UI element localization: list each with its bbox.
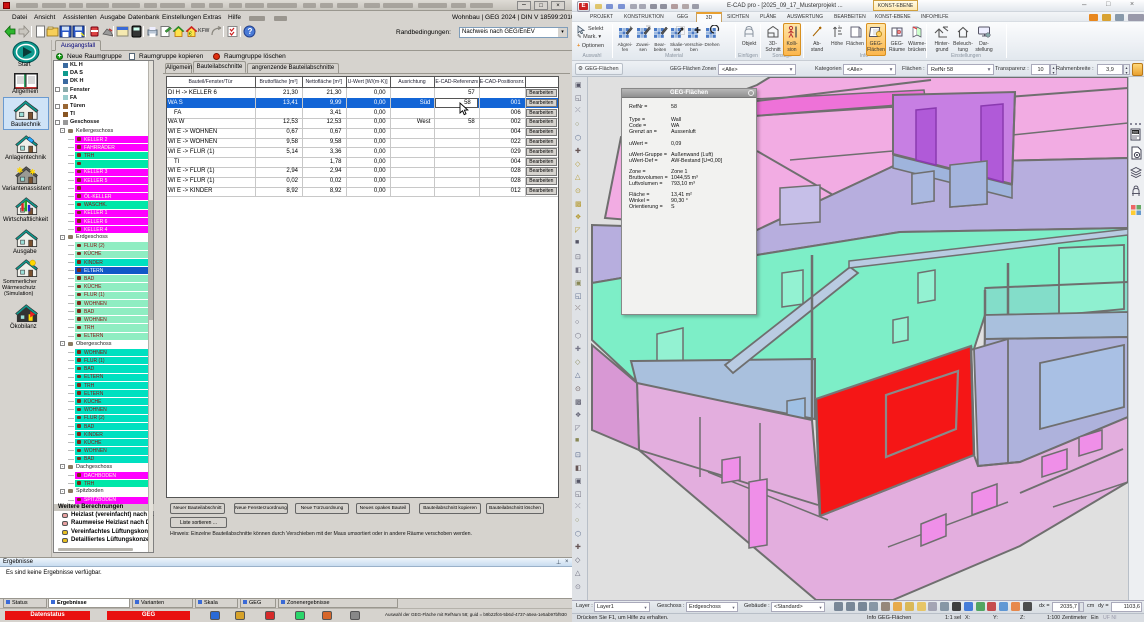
svg-text:€: € — [189, 32, 192, 38]
svg-text:?: ? — [248, 27, 253, 36]
svg-text:200: 200 — [1132, 130, 1138, 134]
svg-text:✱: ✱ — [17, 166, 24, 175]
svg-text:✱: ✱ — [29, 168, 35, 177]
